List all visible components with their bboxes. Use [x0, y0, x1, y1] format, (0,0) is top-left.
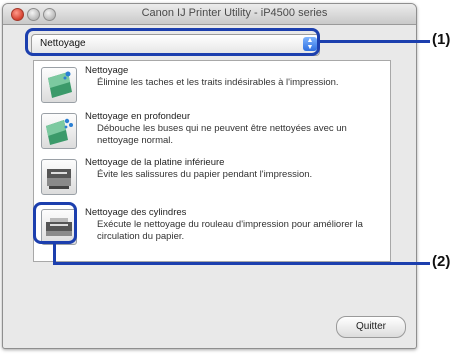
option-roller-cleaning[interactable]: Nettoyage des cylindres Exécute le netto…	[41, 207, 381, 247]
bottom-plate-cleaning-icon[interactable]	[41, 159, 77, 195]
option-description: Évite les salissures du papier pendant l…	[97, 169, 313, 180]
zoom-window-icon[interactable]	[43, 8, 56, 21]
callout-2-label: (2)	[432, 253, 451, 270]
option-description: Débouche les buses qui ne peuvent être n…	[97, 123, 347, 146]
quit-button[interactable]: Quitter	[336, 316, 406, 338]
cleaning-icon[interactable]	[41, 67, 77, 103]
callout-1-label: (1)	[432, 31, 451, 48]
option-bottom-plate-cleaning[interactable]: Nettoyage de la platine inférieure Évite…	[41, 157, 381, 197]
option-cleaning[interactable]: Nettoyage Élimine les taches et les trai…	[41, 65, 381, 105]
callout-2-line	[53, 262, 430, 265]
close-window-icon[interactable]	[11, 8, 24, 21]
option-title: Nettoyage des cylindres	[85, 207, 187, 218]
deep-cleaning-icon[interactable]	[41, 113, 77, 149]
option-title: Nettoyage	[85, 65, 129, 76]
title-bar: Canon IJ Printer Utility - iP4500 series	[3, 4, 416, 25]
callout-2-highlight	[33, 202, 77, 244]
minimize-window-icon[interactable]	[27, 8, 40, 21]
option-description: Exécute le nettoyage du rouleau d'impres…	[97, 219, 363, 242]
option-deep-cleaning[interactable]: Nettoyage en profondeur Débouche les bus…	[41, 111, 381, 151]
option-title: Nettoyage en profondeur	[85, 111, 191, 122]
option-description: Élimine les taches et les traits indésir…	[97, 77, 339, 88]
cleaning-options-panel: Nettoyage Élimine les taches et les trai…	[33, 60, 391, 262]
option-title: Nettoyage de la platine inférieure	[85, 157, 225, 168]
callout-1-line	[320, 40, 430, 43]
window-title: Canon IJ Printer Utility - iP4500 series	[141, 7, 328, 19]
callout-1-highlight	[25, 28, 320, 56]
